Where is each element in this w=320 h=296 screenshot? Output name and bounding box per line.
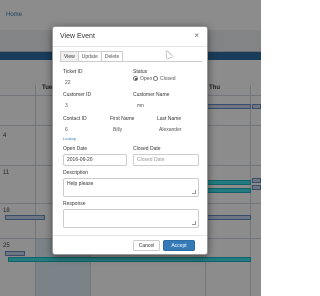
description-label: Description xyxy=(63,170,89,176)
lookup-link[interactable]: Lookup xyxy=(63,136,76,141)
modal-title: View Event xyxy=(60,33,95,40)
cancel-button[interactable]: Cancel xyxy=(133,240,160,251)
customer-name-value: mn xyxy=(137,103,144,109)
status-label: Status xyxy=(133,69,148,75)
first-name-value: Billy xyxy=(113,127,123,133)
ticket-id-value: 22 xyxy=(65,80,71,86)
description-textarea[interactable]: Help please xyxy=(63,178,199,197)
contact-id-value: 6 xyxy=(65,127,68,133)
customer-id-value: 3 xyxy=(65,103,68,109)
resize-grip-icon[interactable] xyxy=(192,190,196,194)
status-closed-radio[interactable] xyxy=(153,76,158,81)
customer-id-label: Customer ID xyxy=(63,92,92,98)
status-open-label: Open xyxy=(140,76,153,82)
contact-id-label: Contact ID xyxy=(63,116,87,122)
last-name-value: Alexander xyxy=(159,127,182,133)
customer-name-label: Customer Name xyxy=(133,92,170,98)
close-icon[interactable]: × xyxy=(194,32,199,40)
closed-date-label: Closed Date xyxy=(133,146,161,152)
open-date-field[interactable] xyxy=(63,154,127,166)
first-name-label: First Name xyxy=(110,116,135,122)
open-date-label: Open Date xyxy=(63,146,88,152)
tabs-baseline xyxy=(60,61,202,62)
status-open-radio[interactable] xyxy=(133,76,138,81)
status-closed-label: Closed xyxy=(160,76,176,82)
response-textarea[interactable] xyxy=(63,209,199,228)
closed-date-field[interactable] xyxy=(133,154,199,166)
last-name-label: Last Name xyxy=(157,116,182,122)
accept-button[interactable]: Accept xyxy=(163,240,195,251)
response-label: Response xyxy=(63,201,86,207)
modal-header-divider xyxy=(53,46,207,47)
view-event-modal: View Event × View Update Delete Ticket I… xyxy=(52,26,208,255)
modal-footer-divider xyxy=(53,235,207,236)
ticket-id-label: Ticket ID xyxy=(63,69,83,75)
resize-grip-icon[interactable] xyxy=(192,221,196,225)
